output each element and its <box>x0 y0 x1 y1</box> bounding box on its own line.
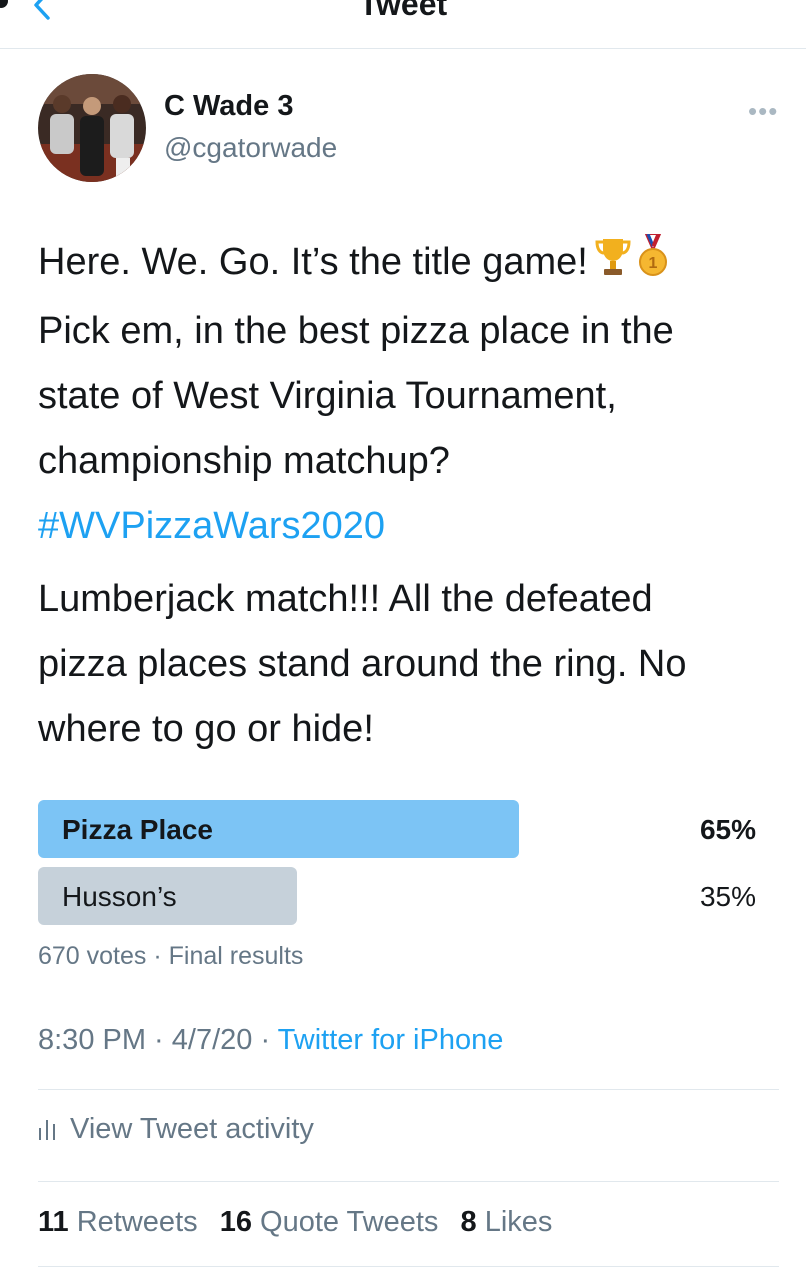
tweet-body: Here. We. Go. It’s the title game! 1 Pic… <box>38 230 778 559</box>
likes-count: 8 <box>460 1206 477 1238</box>
view-tweet-activity-button[interactable]: View Tweet activity <box>38 1113 314 1146</box>
author-handle[interactable]: @cgatorwade <box>164 132 337 164</box>
poll-option-1: Pizza Place 65% <box>38 800 756 858</box>
engagement-stats: 11 Retweets 16 Quote Tweets 8 Likes <box>38 1206 566 1239</box>
page-title: Tweet <box>358 0 448 22</box>
retweets-stat[interactable]: 11 Retweets <box>38 1206 198 1238</box>
top-nav-bar: Tweet <box>0 0 806 49</box>
hashtag-link[interactable]: #WVPizzaWars2020 <box>38 494 778 559</box>
tweet-line: where to go or hide! <box>38 708 374 750</box>
trophy-emoji-icon <box>594 234 632 299</box>
divider <box>38 1181 779 1182</box>
poll-votes: 670 votes <box>38 942 147 970</box>
poll-option-label: Husson’s <box>62 881 177 912</box>
quote-tweets-stat[interactable]: 16 Quote Tweets <box>220 1206 439 1238</box>
tweet-date: 4/7/20 <box>171 1024 253 1056</box>
tweet-line: Here. We. Go. It’s the title game! <box>38 241 588 283</box>
author-name[interactable]: C Wade 3 <box>164 90 293 123</box>
tweet-time: 8:30 PM <box>38 1024 146 1056</box>
poll-option-2: Husson’s 35% <box>38 867 756 925</box>
tweet-body-second-paragraph: Lumberjack match!!! All the defeated piz… <box>38 567 778 762</box>
tweet-source-link[interactable]: Twitter for iPhone <box>278 1024 504 1056</box>
activity-label: View Tweet activity <box>70 1113 314 1145</box>
quotes-label: Quote Tweets <box>260 1206 439 1238</box>
tweet-timestamp: 8:30 PM · 4/7/20 · Twitter for iPhone <box>38 1024 504 1056</box>
retweets-label: Retweets <box>76 1206 198 1238</box>
poll-meta: 670 votes · Final results <box>38 942 304 970</box>
likes-label: Likes <box>484 1206 553 1238</box>
poll-option-label: Pizza Place <box>62 814 213 845</box>
activity-bars-icon <box>39 1120 55 1140</box>
poll-option-percent: 65% <box>699 814 756 845</box>
tweet-line: Lumberjack match!!! All the defeated <box>38 578 653 620</box>
poll-status: Final results <box>168 942 304 970</box>
divider <box>38 1089 779 1090</box>
tweet-line: state of West Virginia Tournament, <box>38 375 617 417</box>
more-options-icon[interactable]: ••• <box>748 96 778 127</box>
medal-emoji-icon: 1 <box>638 233 668 299</box>
poll-option-percent: 35% <box>699 881 756 912</box>
avatar-photo <box>38 74 146 182</box>
divider <box>38 1266 779 1267</box>
tweet-line: pizza places stand around the ring. No <box>38 643 687 685</box>
quotes-count: 16 <box>219 1206 252 1238</box>
tweet-line: championship matchup? <box>38 440 450 482</box>
retweets-count: 11 <box>38 1206 69 1238</box>
tweet-line: Pick em, in the best pizza place in the <box>38 310 674 352</box>
svg-text:1: 1 <box>648 255 657 272</box>
likes-stat[interactable]: 8 Likes <box>460 1206 552 1238</box>
avatar[interactable] <box>38 74 146 182</box>
